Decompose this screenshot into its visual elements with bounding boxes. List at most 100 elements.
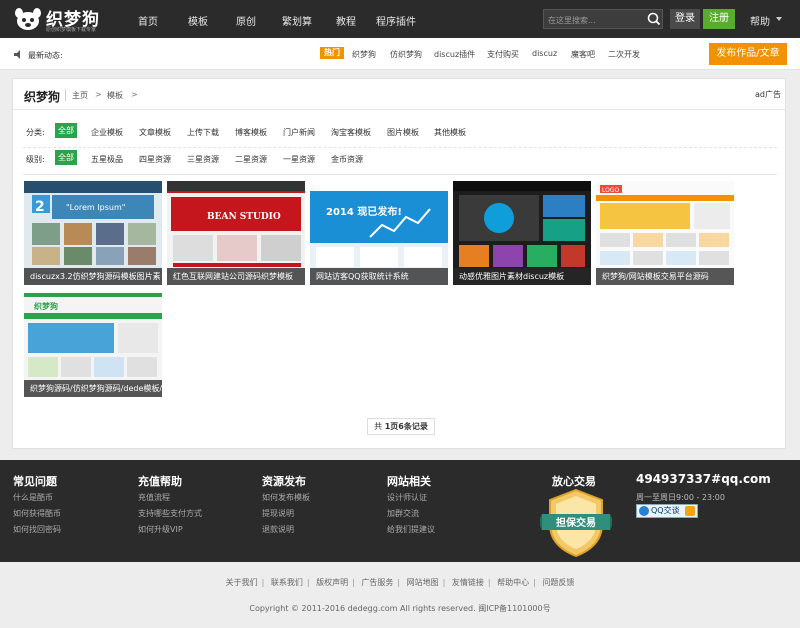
hot-link[interactable]: 仿织梦狗	[390, 49, 422, 60]
level-all-button[interactable]: 全部	[55, 150, 77, 165]
search-icon[interactable]	[645, 9, 663, 29]
bottom-link[interactable]: 版权声明	[314, 578, 350, 587]
footer-col-title: 常见问题	[13, 475, 57, 488]
category-item[interactable]: 博客模板	[235, 127, 267, 138]
bottom-link[interactable]: 问题反馈	[540, 578, 576, 587]
divider	[23, 174, 777, 175]
footer-link[interactable]: 如何升级VIP	[138, 524, 183, 535]
category-item[interactable]: 上传下载	[187, 127, 219, 138]
bottom-link[interactable]: 广告服务	[359, 578, 395, 587]
footer-col-title: 充值帮助	[138, 475, 182, 488]
ad-label[interactable]: ad广告	[755, 89, 781, 100]
level-item[interactable]: 三星资源	[187, 154, 219, 165]
qq-icon	[639, 506, 649, 516]
breadcrumb-current[interactable]: 模板	[107, 90, 123, 101]
template-card[interactable]: LOGO 织梦狗/网站模板交易平台源码	[596, 181, 734, 285]
hot-tag: 热门	[320, 47, 344, 59]
footer-link[interactable]: 如何发布模板	[262, 492, 310, 503]
level-item[interactable]: 一星资源	[283, 154, 315, 165]
footer-col-title: 资源发布	[262, 475, 306, 488]
site-logo[interactable]: 织梦狗 原创织梦模板下载专家	[14, 4, 114, 34]
template-caption[interactable]: 织梦狗源码/仿织梦狗源码/dede模板/	[24, 380, 162, 397]
breadcrumb-arrow: >	[131, 90, 138, 99]
nav-home[interactable]: 首页	[138, 13, 158, 28]
nav-plugins[interactable]: 程序插件	[376, 13, 416, 28]
bottom-bar: 关于我们 | 联系我们 | 版权声明 | 广告服务 | 网站地图 | 友情链接 | 帮助中心…	[0, 562, 800, 628]
thumb-text: "Lorem Ipsum"	[66, 203, 125, 212]
category-item[interactable]: 企业模板	[91, 127, 123, 138]
bottom-link[interactable]: 友情链接	[450, 578, 486, 587]
template-caption[interactable]: discuzx3.2仿织梦狗源码模板图片素	[24, 268, 162, 285]
footer-link[interactable]: 什么是酷币	[13, 492, 53, 503]
bottom-link[interactable]: 关于我们	[224, 578, 260, 587]
category-all-button[interactable]: 全部	[55, 123, 77, 138]
footer-link[interactable]: 退款说明	[262, 524, 294, 535]
divider	[13, 109, 785, 110]
publish-button[interactable]: 发布作品/文章	[709, 43, 787, 65]
nav-deals[interactable]: 繁划算	[282, 13, 312, 28]
template-list-panel: 织梦狗 主页 > 模板 > ad广告 分类: 全部 企业模板 文章模板 上传下载…	[12, 78, 786, 449]
login-button[interactable]: 登录	[670, 9, 700, 29]
copyright: Copyright © 2011-2016 dedegg.com All rig…	[249, 604, 551, 613]
level-item[interactable]: 金币资源	[331, 154, 363, 165]
hot-link[interactable]: discuz插件	[434, 49, 475, 60]
nav-templates[interactable]: 模板	[188, 13, 208, 28]
hot-link[interactable]: 魔客吧	[571, 49, 595, 60]
speaker-icon	[14, 50, 20, 59]
notice-label: 最新动态:	[28, 51, 63, 60]
template-caption[interactable]: 动感优雅图片素材discuz模板	[453, 268, 591, 285]
footer-link[interactable]: 加群交流	[387, 508, 419, 519]
level-item[interactable]: 二星资源	[235, 154, 267, 165]
level-item[interactable]: 五星极品	[91, 154, 123, 165]
template-card[interactable]: 2 "Lorem Ipsum" discuzx3.2仿织梦狗源码模板图片素	[24, 181, 162, 285]
notice-bar: 最新动态: 热门 织梦狗 仿织梦狗 discuz插件 支付购买 discuz 魔…	[0, 38, 800, 70]
register-button[interactable]: 注册	[703, 9, 735, 29]
category-item[interactable]: 其他模板	[434, 127, 466, 138]
bottom-link[interactable]: 网站地图	[405, 578, 441, 587]
breadcrumb-home[interactable]: 主页	[72, 90, 88, 101]
category-item[interactable]: 门户新闻	[283, 127, 315, 138]
hot-link[interactable]: 织梦狗	[352, 49, 376, 60]
breadcrumb-arrow: >	[95, 90, 102, 99]
template-caption[interactable]: 织梦狗/网站模板交易平台源码	[596, 268, 734, 285]
category-item[interactable]: 淘宝客模板	[331, 127, 371, 138]
footer-link[interactable]: 如何获得酷币	[13, 508, 61, 519]
dog-logo-icon	[15, 8, 41, 30]
bottom-links: 关于我们 | 联系我们 | 版权声明 | 广告服务 | 网站地图 | 友情链接 | 帮助中心…	[224, 578, 576, 587]
category-label: 分类:	[26, 128, 45, 137]
category-item[interactable]: 文章模板	[139, 127, 171, 138]
service-hours: 周一至周日9:00 - 23:00	[636, 493, 725, 502]
footer-link[interactable]: 给我们提建议	[387, 524, 435, 535]
template-card[interactable]: BEAN STUDIO 红色互联网建站公司源码织梦模板	[167, 181, 305, 285]
bottom-link[interactable]: 联系我们	[269, 578, 305, 587]
template-card[interactable]: 2014 现已发布! 网站访客QQ获取统计系统	[310, 181, 448, 285]
level-item[interactable]: 四星资源	[139, 154, 171, 165]
trade-title: 放心交易	[552, 475, 596, 488]
qq-chat-button[interactable]: QQ交谈	[636, 504, 698, 518]
template-card[interactable]: 织梦狗 织梦狗源码/仿织梦狗源码/dede模板/	[24, 293, 162, 397]
help-menu[interactable]: 帮助	[750, 13, 770, 28]
template-caption[interactable]: 网站访客QQ获取统计系统	[310, 268, 448, 285]
page-title: 织梦狗	[24, 90, 61, 104]
footer-link[interactable]: 充值流程	[138, 492, 170, 503]
template-card[interactable]: 动感优雅图片素材discuz模板	[453, 181, 591, 285]
thumb-text: 织梦狗	[34, 301, 58, 311]
category-item[interactable]: 图片模板	[387, 127, 419, 138]
svg-text:2: 2	[35, 199, 45, 215]
footer-link[interactable]: 如何找回密码	[13, 524, 61, 535]
hot-link[interactable]: discuz	[532, 49, 557, 58]
template-caption[interactable]: 红色互联网建站公司源码织梦模板	[167, 268, 305, 285]
footer-link[interactable]: 设计师认证	[387, 492, 427, 503]
footer-link[interactable]: 支持哪些支付方式	[138, 508, 202, 519]
footer-link[interactable]: 提现说明	[262, 508, 294, 519]
qq-chat-label: QQ交谈	[651, 506, 680, 515]
nav-tutorials[interactable]: 教程	[336, 13, 356, 28]
top-navbar: 织梦狗 原创织梦模板下载专家 首页 模板 原创 繁划算 教程 程序插件 在这里搜…	[0, 0, 800, 38]
nav-original[interactable]: 原创	[236, 13, 256, 28]
bottom-link[interactable]: 帮助中心	[495, 578, 531, 587]
hot-link[interactable]: 支付购买	[487, 49, 519, 60]
verified-icon	[685, 506, 695, 516]
footer-col-title: 网站相关	[387, 475, 431, 488]
thumb-text: BEAN STUDIO	[207, 212, 281, 222]
hot-link[interactable]: 二次开发	[608, 49, 640, 60]
